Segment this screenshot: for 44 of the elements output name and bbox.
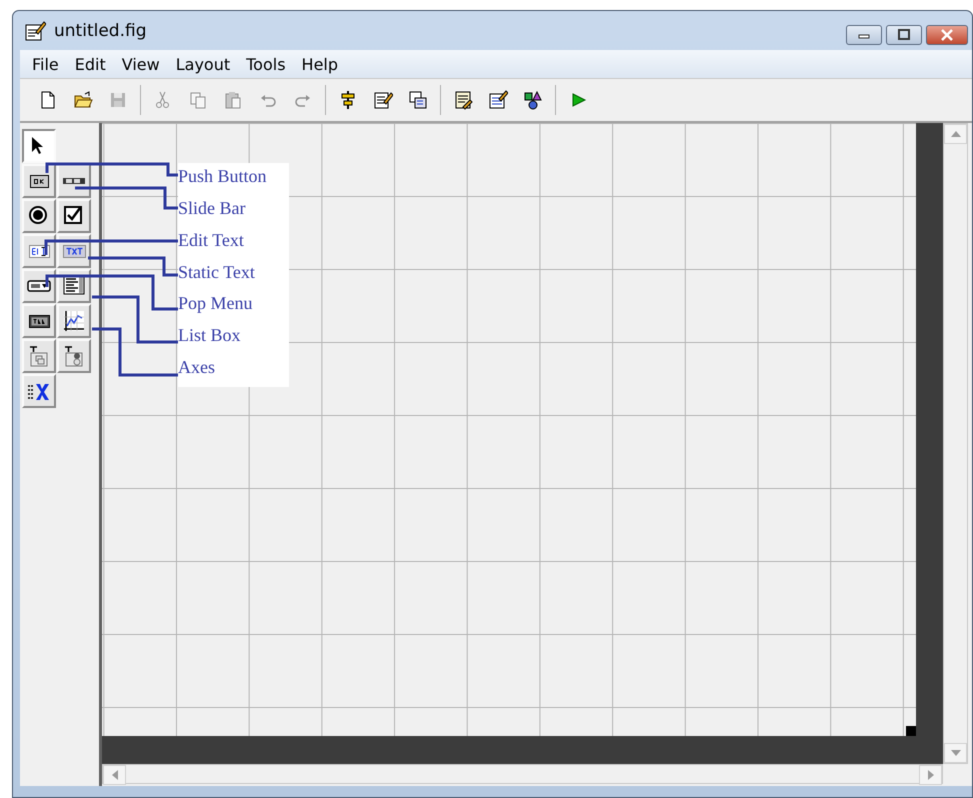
annotation-label: List Box (178, 324, 242, 348)
checkbox-icon (63, 205, 85, 227)
window-title: untitled.fig (54, 20, 146, 40)
button-group-icon (63, 345, 85, 367)
annotation-label: Slide Bar (178, 196, 246, 220)
static-text-icon (62, 244, 86, 258)
figure-file-icon (24, 20, 46, 42)
minimize-button[interactable] (846, 25, 882, 45)
maximize-icon (897, 29, 911, 41)
horizontal-scrollbar[interactable] (102, 764, 943, 784)
property-sheet-icon[interactable] (488, 90, 508, 110)
editor-icon[interactable] (453, 90, 473, 110)
menu-item[interactable]: File (24, 54, 67, 74)
vertical-scrollbar[interactable] (943, 123, 968, 764)
open-folder-icon[interactable] (73, 90, 93, 110)
document-pencil-icon[interactable] (373, 90, 393, 110)
scroll-up-icon[interactable] (950, 131, 960, 137)
slider-icon (63, 178, 85, 184)
annotation-label: Pop Menu (178, 292, 254, 316)
shapes-icon[interactable] (523, 90, 543, 110)
menu-item[interactable]: View (114, 54, 168, 74)
annotation-label: Edit Text (178, 228, 245, 252)
panel-icon (28, 345, 50, 367)
list-box-icon (63, 275, 85, 297)
menu-item[interactable]: Edit (66, 54, 114, 74)
palette-button[interactable] (22, 129, 56, 163)
menu-item[interactable]: Help (294, 54, 346, 74)
maximize-button[interactable] (886, 25, 922, 45)
axes-icon (62, 310, 86, 332)
scroll-right-icon[interactable] (928, 770, 934, 780)
push-button-icon (30, 174, 48, 188)
radio-button-icon (28, 205, 50, 227)
annotation-label: Axes (178, 356, 216, 380)
annotation-label: Static Text (178, 260, 256, 284)
resize-handle[interactable] (906, 726, 916, 736)
annotation-label: Push Button (178, 165, 268, 188)
scroll-down-icon[interactable] (950, 750, 960, 756)
toggle-button-icon (28, 314, 50, 328)
scroll-left-icon[interactable] (112, 770, 118, 780)
close-button[interactable] (926, 25, 968, 45)
menu-item[interactable]: Tools (238, 54, 294, 74)
menu-item[interactable]: Layout (168, 54, 238, 74)
close-icon (940, 29, 954, 41)
popup-menu-icon (27, 280, 51, 292)
